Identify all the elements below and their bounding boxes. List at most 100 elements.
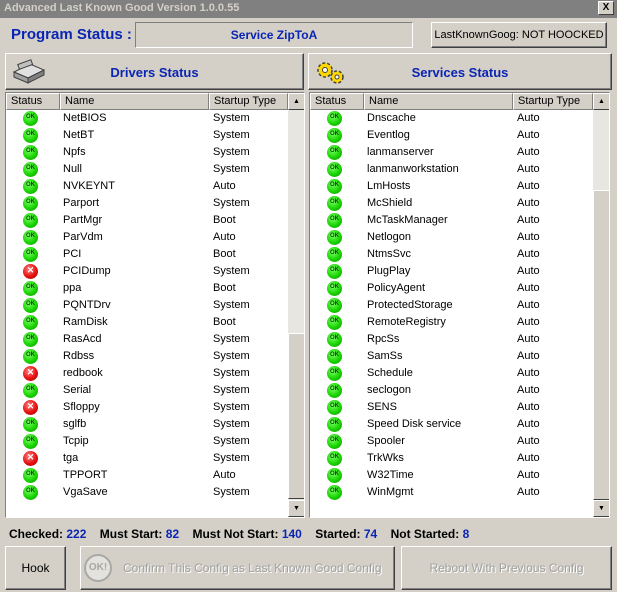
drivers-row[interactable]: sglfb System	[6, 416, 286, 433]
drivers-row[interactable]: TPPORT Auto	[6, 467, 286, 484]
services-col-status[interactable]: Status	[310, 93, 364, 110]
services-row[interactable]: PolicyAgent Auto	[310, 280, 590, 297]
drivers-row[interactable]: tga System	[6, 450, 286, 467]
drivers-row[interactable]: Serial System	[6, 382, 286, 399]
drivers-row[interactable]: NetBT System	[6, 127, 286, 144]
ok-status-icon	[23, 315, 38, 330]
services-row[interactable]: Netlogon Auto	[310, 229, 590, 246]
drivers-row-startup: System	[213, 265, 250, 277]
services-row-name: ProtectedStorage	[367, 299, 453, 311]
ok-status-icon	[327, 451, 342, 466]
ok-status-icon	[23, 247, 38, 262]
services-row-startup: Auto	[517, 214, 540, 226]
window-titlebar[interactable]: Advanced Last Known Good Version 1.0.0.5…	[0, 0, 617, 18]
drivers-row[interactable]: NVKEYNT Auto	[6, 178, 286, 195]
drivers-row[interactable]: Npfs System	[6, 144, 286, 161]
services-row[interactable]: Schedule Auto	[310, 365, 590, 382]
drivers-row-startup: System	[213, 146, 250, 158]
drivers-row[interactable]: PCIDump System	[6, 263, 286, 280]
drivers-row[interactable]: RasAcd System	[6, 331, 286, 348]
services-row[interactable]: Dnscache Auto	[310, 110, 590, 127]
services-row[interactable]: LmHosts Auto	[310, 178, 590, 195]
services-row[interactable]: WinMgmt Auto	[310, 484, 590, 501]
drivers-row[interactable]: ParVdm Auto	[6, 229, 286, 246]
services-row[interactable]: NtmsSvc Auto	[310, 246, 590, 263]
services-row[interactable]: TrkWks Auto	[310, 450, 590, 467]
ok-status-icon	[327, 485, 342, 500]
services-row[interactable]: seclogon Auto	[310, 382, 590, 399]
confirm-config-button[interactable]: OK! Confirm This Config as Last Known Go…	[80, 546, 395, 590]
drivers-row-name: Npfs	[63, 146, 86, 158]
must-not-start-count: 140	[281, 527, 302, 541]
services-row-startup: Auto	[517, 112, 540, 124]
must-not-start-label: Must Not Start:	[192, 527, 279, 541]
services-row-startup: Auto	[517, 282, 540, 294]
ok-status-icon	[327, 162, 342, 177]
services-row[interactable]: RpcSs Auto	[310, 331, 590, 348]
drivers-row[interactable]: RamDisk Boot	[6, 314, 286, 331]
services-row[interactable]: ProtectedStorage Auto	[310, 297, 590, 314]
services-row[interactable]: McShield Auto	[310, 195, 590, 212]
drivers-row[interactable]: VgaSave System	[6, 484, 286, 501]
drivers-scrollbar[interactable]: ▲ ▼	[288, 93, 304, 517]
drivers-row[interactable]: Parport System	[6, 195, 286, 212]
drivers-row[interactable]: Null System	[6, 161, 286, 178]
drivers-col-startup[interactable]: Startup Type	[209, 93, 288, 110]
services-row[interactable]: PlugPlay Auto	[310, 263, 590, 280]
services-row[interactable]: W32Time Auto	[310, 467, 590, 484]
ok-status-icon	[23, 468, 38, 483]
drivers-row-name: Null	[63, 163, 82, 175]
error-status-icon	[23, 451, 38, 466]
services-row[interactable]: RemoteRegistry Auto	[310, 314, 590, 331]
services-row-startup: Auto	[517, 146, 540, 158]
reboot-previous-button[interactable]: Reboot With Previous Config	[401, 546, 612, 590]
drivers-row-startup: Boot	[213, 248, 236, 260]
services-row[interactable]: SENS Auto	[310, 399, 590, 416]
drivers-row[interactable]: NetBIOS System	[6, 110, 286, 127]
drivers-row[interactable]: ppa Boot	[6, 280, 286, 297]
services-list[interactable]: Status Name Startup Type DnscacheAutoEve…	[309, 92, 610, 518]
drivers-row[interactable]: Tcpip System	[6, 433, 286, 450]
arrow-down-icon: ▼	[293, 505, 300, 512]
services-row-startup: Auto	[517, 435, 540, 447]
services-row[interactable]: Spooler Auto	[310, 433, 590, 450]
drivers-col-status[interactable]: Status	[6, 93, 60, 110]
drivers-row[interactable]: PCI Boot	[6, 246, 286, 263]
ok-status-icon	[23, 485, 38, 500]
drivers-row-name: sglfb	[63, 418, 87, 430]
close-button[interactable]: X	[598, 1, 614, 15]
must-start-label: Must Start:	[99, 527, 163, 541]
drivers-scroll-down[interactable]: ▼	[288, 500, 304, 517]
drivers-row[interactable]: redbook System	[6, 365, 286, 382]
services-row[interactable]: SamSs Auto	[310, 348, 590, 365]
services-row[interactable]: Speed Disk service Auto	[310, 416, 590, 433]
services-row[interactable]: Eventlog Auto	[310, 127, 590, 144]
services-col-name[interactable]: Name	[364, 93, 513, 110]
drivers-row[interactable]: PQNTDrv System	[6, 297, 286, 314]
services-row[interactable]: McTaskManager Auto	[310, 212, 590, 229]
hook-button[interactable]: Hook	[5, 546, 66, 590]
lkg-status-box[interactable]: LastKnownGoog: NOT HOOCKED	[431, 22, 607, 48]
services-scroll-down[interactable]: ▼	[593, 500, 609, 517]
ok-status-icon	[327, 332, 342, 347]
ok-status-icon	[23, 434, 38, 449]
drivers-row[interactable]: PartMgr Boot	[6, 212, 286, 229]
drivers-scroll-up[interactable]: ▲	[288, 93, 304, 110]
drivers-list[interactable]: Status Name Startup Type NetBIOSSystemNe…	[5, 92, 305, 518]
services-scroll-up[interactable]: ▲	[593, 93, 609, 110]
services-scroll-thumb[interactable]	[593, 190, 609, 500]
drivers-scroll-thumb[interactable]	[288, 333, 304, 499]
services-scrollbar[interactable]: ▲ ▼	[593, 93, 609, 517]
ok-status-icon	[327, 111, 342, 126]
drivers-row[interactable]: Rdbss System	[6, 348, 286, 365]
services-row-startup: Auto	[517, 469, 540, 481]
drivers-col-name[interactable]: Name	[60, 93, 209, 110]
drivers-row[interactable]: Sfloppy System	[6, 399, 286, 416]
drivers-panel-header: Drivers Status	[5, 53, 304, 90]
services-row[interactable]: lanmanserver Auto	[310, 144, 590, 161]
services-row[interactable]: lanmanworkstation Auto	[310, 161, 590, 178]
services-col-startup[interactable]: Startup Type	[513, 93, 593, 110]
services-row-startup: Auto	[517, 180, 540, 192]
ok-status-icon	[327, 315, 342, 330]
ok-status-icon	[327, 264, 342, 279]
